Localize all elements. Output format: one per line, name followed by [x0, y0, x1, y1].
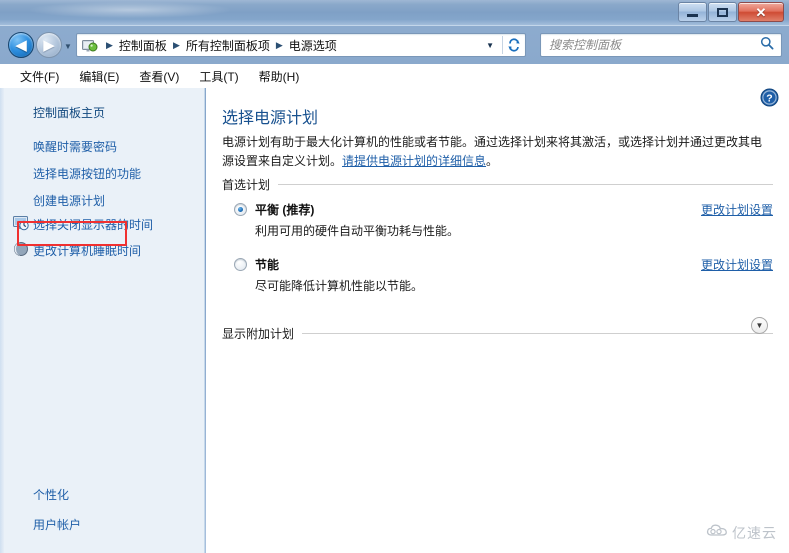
menu-item-view[interactable]: 查看(V): [129, 65, 189, 88]
power-plan-row: 平衡 (推荐) 更改计划设置: [234, 201, 773, 218]
page-description-text-2: 。: [486, 154, 499, 168]
sidebar-item-create-power-plan[interactable]: 创建电源计划: [33, 192, 105, 209]
watermark: 亿速云: [706, 523, 777, 543]
search-box[interactable]: [540, 33, 782, 57]
control-panel-window: ✕ ◀ ▶ ▼ ▶ 控制面板 ▶ 所有控制面板项 ▶ 电源选项 ▼ 搜索控制面板…: [0, 0, 789, 553]
close-icon: ✕: [755, 4, 767, 20]
maximize-button[interactable]: [708, 2, 737, 22]
title-bar: ✕: [0, 0, 789, 26]
change-plan-settings-link-power-saver[interactable]: 更改计划设置: [701, 256, 773, 273]
sidebar-item-require-password-on-wakeup[interactable]: 唤醒时需要密码: [33, 138, 117, 155]
preferred-plans-section-header: 首选计划: [222, 176, 773, 193]
section-divider: [302, 333, 773, 334]
power-plan-description: 利用可用的硬件自动平衡功耗与性能。: [255, 224, 460, 238]
forward-arrow-icon: ▶: [43, 36, 55, 54]
menu-item-edit[interactable]: 编辑(E): [69, 65, 129, 88]
sidebar-item-choose-when-to-turn-off-display[interactable]: 选择关闭显示器的时间: [33, 216, 153, 233]
power-plan-balanced[interactable]: 平衡 (推荐) 更改计划设置 利用可用的硬件自动平衡功耗与性能。: [234, 201, 773, 239]
section-divider: [278, 184, 773, 185]
page-title: 选择电源计划: [222, 110, 319, 127]
refresh-icon: [508, 38, 520, 52]
address-dropdown-button[interactable]: ▼: [482, 41, 502, 50]
search-icon: [757, 36, 781, 55]
breadcrumb: ▶ 控制面板 ▶ 所有控制面板项 ▶ 电源选项: [101, 37, 482, 54]
power-plan-name: 平衡 (推荐): [255, 203, 315, 217]
back-button[interactable]: ◀: [8, 32, 34, 58]
back-arrow-icon: ◀: [15, 36, 27, 54]
menu-item-help[interactable]: 帮助(H): [249, 65, 310, 88]
history-dropdown-button[interactable]: ▼: [64, 42, 72, 51]
maximize-icon: [717, 7, 728, 17]
power-plan-name: 节能: [255, 258, 280, 272]
watermark-text: 亿速云: [732, 525, 777, 541]
window-controls: ✕: [678, 2, 784, 22]
breadcrumb-separator: ▶: [275, 39, 283, 50]
svg-text:?: ?: [766, 93, 772, 105]
power-plan-info-link[interactable]: 请提供电源计划的详细信息: [342, 154, 486, 168]
change-plan-settings-link-balanced[interactable]: 更改计划设置: [701, 201, 773, 218]
power-plan-row: 节能 更改计划设置: [234, 256, 773, 273]
preferred-plans-label: 首选计划: [222, 178, 271, 192]
show-additional-plans-label: 显示附加计划: [222, 327, 295, 341]
menu-bar: 文件(F) 编辑(E) 查看(V) 工具(T) 帮助(H): [0, 64, 789, 88]
chevron-down-icon[interactable]: ▼: [751, 317, 768, 334]
monitor-clock-icon: [13, 215, 29, 231]
navigation-bar: ◀ ▶ ▼ ▶ 控制面板 ▶ 所有控制面板项 ▶ 电源选项 ▼ 搜索控制面板: [0, 26, 789, 64]
minimize-button[interactable]: [678, 2, 707, 22]
body-area: 控制面板主页 唤醒时需要密码 选择电源按钮的功能 创建电源计划 选择关闭显示器的…: [0, 88, 789, 553]
cloud-icon: [706, 523, 728, 543]
content-pane: ? 选择电源计划 电源计划有助于最大化计算机的性能或者节能。通过选择计划来将其激…: [206, 88, 789, 553]
control-panel-icon: [82, 38, 98, 53]
sidebar-item-personalization[interactable]: 个性化: [33, 486, 69, 503]
sleep-moon-icon: [13, 241, 29, 257]
breadcrumb-separator: ▶: [172, 39, 180, 50]
close-button[interactable]: ✕: [738, 2, 784, 22]
chevron-down-icon: ▼: [64, 42, 72, 51]
help-icon: ?: [760, 88, 779, 107]
power-plan-description: 尽可能降低计算机性能以节能。: [255, 279, 424, 293]
power-plan-power-saver[interactable]: 节能 更改计划设置 尽可能降低计算机性能以节能。: [234, 256, 773, 294]
radio-power-saver[interactable]: [234, 258, 247, 271]
minimize-icon: [687, 13, 698, 17]
breadcrumb-item-power-options[interactable]: 电源选项: [288, 37, 338, 54]
menu-item-tools[interactable]: 工具(T): [189, 65, 248, 88]
search-input[interactable]: [541, 35, 757, 55]
chevron-down-icon: ▼: [486, 40, 494, 50]
menu-item-file[interactable]: 文件(F): [10, 65, 69, 88]
sidebar-item-change-when-computer-sleeps[interactable]: 更改计算机睡眠时间: [33, 242, 141, 259]
breadcrumb-item-all-items[interactable]: 所有控制面板项: [185, 37, 271, 54]
sidebar-item-choose-power-button-action[interactable]: 选择电源按钮的功能: [33, 165, 141, 182]
radio-balanced[interactable]: [234, 203, 247, 216]
show-additional-plans-header[interactable]: 显示附加计划 ▼: [222, 317, 773, 342]
page-description: 电源计划有助于最大化计算机的性能或者节能。通过选择计划来将其激活，或选择计划并通…: [222, 133, 767, 171]
breadcrumb-separator: ▶: [106, 39, 113, 50]
address-bar[interactable]: ▶ 控制面板 ▶ 所有控制面板项 ▶ 电源选项 ▼: [76, 33, 526, 57]
refresh-button[interactable]: [503, 34, 525, 56]
sidebar: 控制面板主页 唤醒时需要密码 选择电源按钮的功能 创建电源计划 选择关闭显示器的…: [0, 88, 205, 553]
breadcrumb-item-control-panel[interactable]: 控制面板: [118, 37, 168, 54]
help-button[interactable]: ?: [760, 88, 779, 107]
sidebar-item-user-accounts[interactable]: 用户帐户: [33, 516, 81, 533]
sidebar-item-control-panel-home[interactable]: 控制面板主页: [33, 104, 105, 121]
forward-button[interactable]: ▶: [36, 32, 62, 58]
